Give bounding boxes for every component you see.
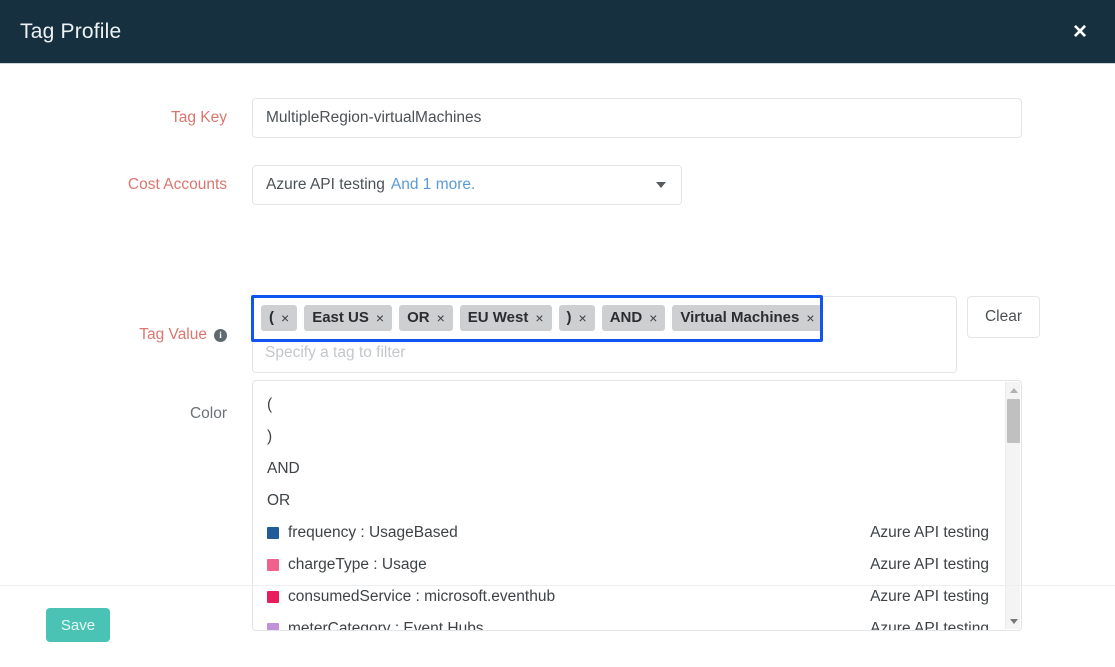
tag-key-field-col	[252, 98, 1115, 138]
chevron-down-icon[interactable]	[656, 182, 666, 188]
tag-key-input[interactable]	[252, 98, 1022, 138]
close-icon[interactable]: ×	[1067, 18, 1093, 46]
tag-value-chip[interactable]: EU West ×	[459, 305, 552, 332]
chip-label: EU West	[467, 309, 529, 326]
info-icon[interactable]: i	[214, 328, 227, 342]
cost-accounts-more-link[interactable]: And 1 more.	[391, 176, 475, 194]
tag-option-label: chargeType : Usage	[288, 556, 427, 573]
modal-body: Tag Key Cost Accounts Azure API testing …	[0, 64, 1115, 667]
tag-option-account: Azure API testing	[870, 524, 989, 541]
cost-accounts-value: Azure API testing	[266, 176, 385, 193]
cost-accounts-field-col: Azure API testing And 1 more.	[252, 165, 1115, 205]
scrollbar-thumb[interactable]	[1007, 399, 1020, 443]
chip-remove-icon[interactable]: ×	[806, 310, 814, 326]
tag-option-item[interactable]: )	[253, 421, 1021, 453]
chip-label: OR	[407, 309, 430, 326]
tag-value-chip[interactable]: Virtual Machines ×	[672, 305, 823, 332]
tag-value-label-text: Tag Value	[139, 326, 207, 343]
tag-option-label: OR	[267, 492, 291, 509]
tag-value-field-col: (× East US × OR × EU West ×) × AND × Virtual Machi…	[251, 295, 1115, 374]
tag-key-label: Tag Key	[170, 109, 227, 126]
tag-value-chip[interactable]: ) ×	[558, 305, 595, 332]
tag-option-label: )	[267, 428, 273, 445]
tag-option-label: (	[267, 396, 273, 413]
tag-value-chip[interactable]: AND ×	[601, 305, 666, 332]
tag-option-item[interactable]: AND	[253, 453, 1021, 485]
chip-label: AND	[609, 309, 643, 326]
chip-remove-icon[interactable]: ×	[535, 310, 543, 326]
tag-option-account: Azure API testing	[870, 556, 989, 573]
chip-label: )	[566, 309, 572, 326]
tag-value-chip[interactable]: (×	[261, 305, 298, 332]
form-row-cost-accounts: Cost Accounts Azure API testing And 1 mo…	[0, 165, 1115, 205]
tag-profile-modal: Tag Profile × Tag Key Cost Accounts Azur…	[0, 0, 1115, 667]
color-swatch-icon	[267, 559, 279, 571]
page-title: Tag Profile	[20, 19, 122, 43]
tag-option-item[interactable]: OR	[253, 485, 1021, 517]
cost-accounts-label: Cost Accounts	[127, 176, 227, 193]
form-row-tag-value: Tag Value i (× East US × OR × EU West ×) × AND × V…	[0, 295, 1115, 374]
tag-option-label: AND	[267, 460, 300, 477]
chip-label: (	[269, 309, 274, 326]
modal-header: Tag Profile ×	[0, 0, 1115, 64]
tag-value-label: Tag Value i	[0, 296, 252, 345]
tag-option-item[interactable]: frequency : UsageBased Azure API testing	[253, 517, 1021, 549]
tag-value-chips-box[interactable]: (× East US × OR × EU West ×) × AND × Virtual Machi…	[251, 295, 957, 374]
save-button[interactable]: Save	[46, 608, 110, 642]
form-row-tag-key: Tag Key	[0, 98, 1115, 138]
tag-value-chip-list: (× East US × OR × EU West ×) × AND × Virtual Machi…	[261, 305, 948, 332]
chip-label: East US	[312, 309, 369, 326]
tag-value-placeholder[interactable]: Specify a tag to filter	[261, 331, 948, 372]
cost-accounts-select[interactable]: Azure API testing And 1 more.	[252, 165, 682, 205]
tag-option-item[interactable]: (	[253, 389, 1021, 421]
tag-value-chip[interactable]: East US ×	[304, 305, 393, 332]
chip-remove-icon[interactable]: ×	[376, 310, 384, 326]
chip-remove-icon[interactable]: ×	[281, 310, 289, 326]
tag-option-label: frequency : UsageBased	[288, 524, 458, 541]
chip-remove-icon[interactable]: ×	[649, 310, 657, 326]
tag-value-chip[interactable]: OR ×	[399, 305, 453, 332]
color-label: Color	[189, 405, 227, 422]
color-swatch-icon	[267, 527, 279, 539]
clear-button[interactable]: Clear	[967, 296, 1040, 338]
chip-label: Virtual Machines	[680, 309, 800, 326]
chip-remove-icon[interactable]: ×	[579, 310, 587, 326]
chip-remove-icon[interactable]: ×	[437, 310, 445, 326]
modal-footer: Save	[0, 585, 1115, 667]
tag-option-item[interactable]: chargeType : Usage Azure API testing	[253, 549, 1021, 581]
scroll-up-icon[interactable]	[1006, 382, 1021, 398]
